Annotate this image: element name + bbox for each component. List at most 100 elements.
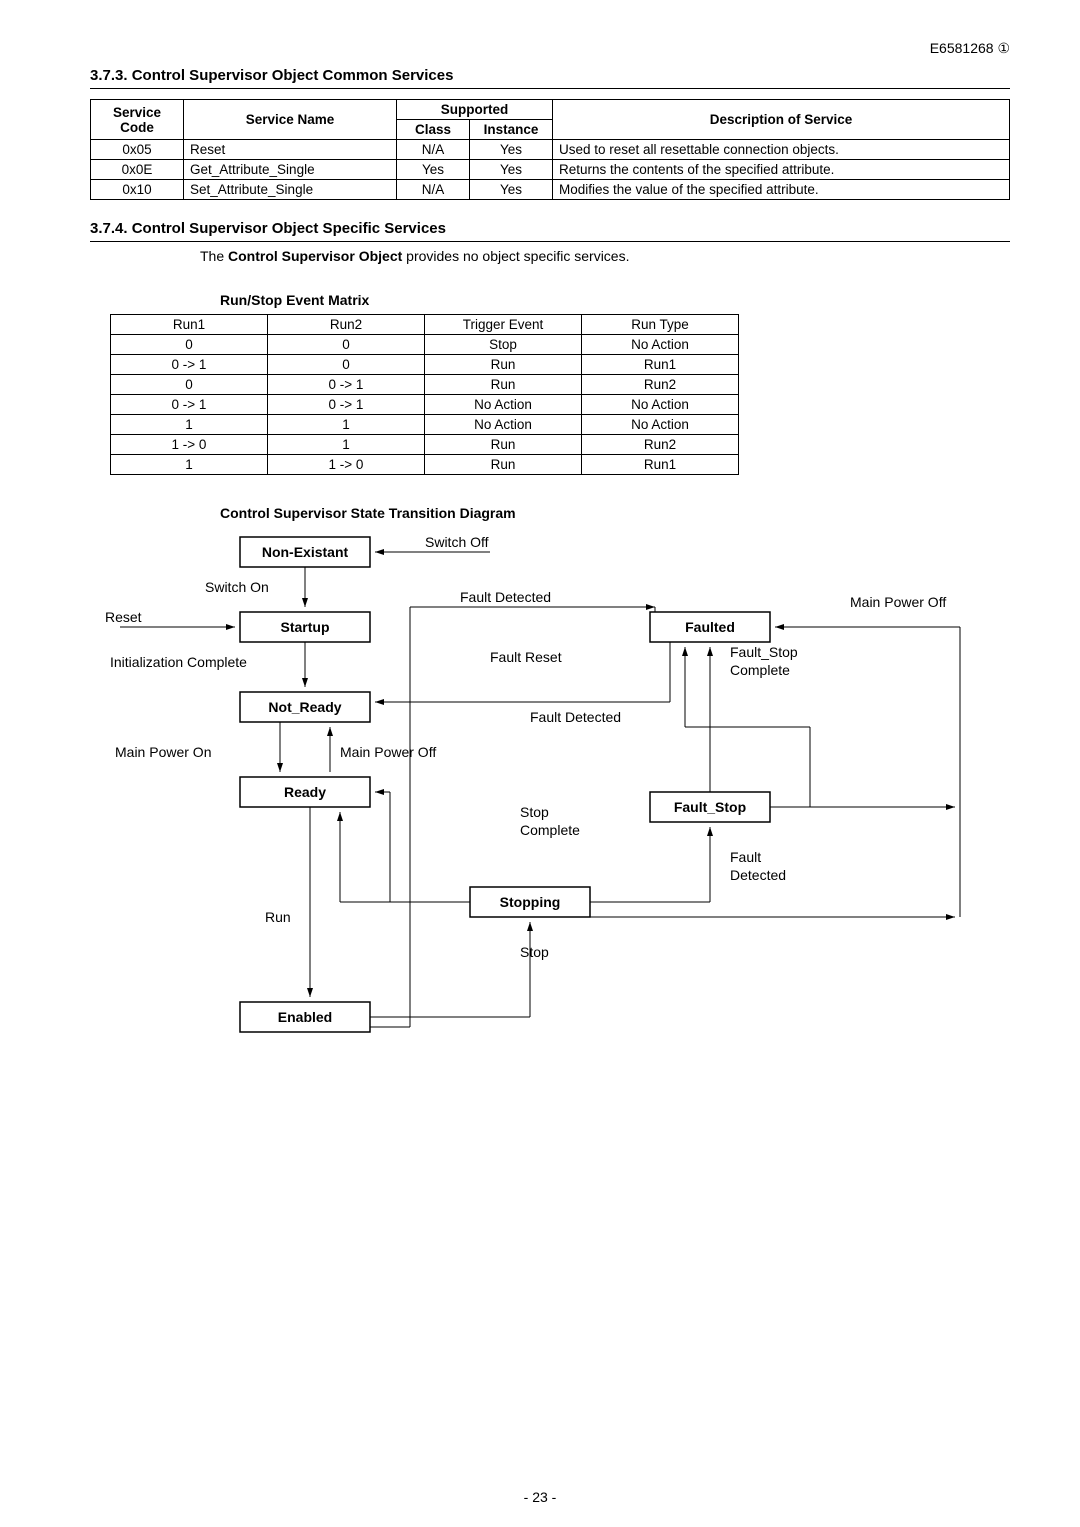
label-reset: Reset <box>105 609 142 625</box>
label-stop-complete-l2: Complete <box>520 822 580 838</box>
cell: Returns the contents of the specified at… <box>553 160 1010 180</box>
cell: No Action <box>425 395 582 415</box>
cell: N/A <box>397 180 470 200</box>
table-row: 0x0E Get_Attribute_Single Yes Yes Return… <box>91 160 1010 180</box>
cell: 0 -> 1 <box>268 395 425 415</box>
cell: 0 <box>111 375 268 395</box>
label-stop: Stop <box>520 944 549 960</box>
box-fault-stop: Fault_Stop <box>674 799 746 815</box>
cell: No Action <box>425 415 582 435</box>
cell: 0 -> 1 <box>268 375 425 395</box>
cell: 1 <box>268 435 425 455</box>
section-373-heading: 3.7.3. Control Supervisor Object Common … <box>90 67 1010 89</box>
cell: Run <box>425 355 582 375</box>
cell: Get_Attribute_Single <box>184 160 397 180</box>
table-row: 1 -> 01RunRun2 <box>111 435 739 455</box>
cell: Modifies the value of the specified attr… <box>553 180 1010 200</box>
label-main-power-on: Main Power On <box>115 744 211 760</box>
label-fault-stop-l1: Fault_Stop <box>730 644 798 660</box>
text-bold: Control Supervisor Object <box>228 248 402 264</box>
box-non-existant: Non-Existant <box>262 544 349 560</box>
cell: 0x0E <box>91 160 184 180</box>
th-name: Service Name <box>184 100 397 140</box>
label-switch-off: Switch Off <box>425 534 489 550</box>
diagram-heading: Control Supervisor State Transition Diag… <box>220 505 1010 521</box>
specific-services-body: The Control Supervisor Object provides n… <box>200 248 1010 264</box>
label-fault: Fault <box>730 849 761 865</box>
cell: 0x10 <box>91 180 184 200</box>
document-id: E6581268 ① <box>90 40 1010 57</box>
th-run1: Run1 <box>111 315 268 335</box>
cell: Yes <box>397 160 470 180</box>
state-diagram: Non-Existant Switch Off Switch On Startu… <box>90 527 1010 1070</box>
label-fault-detected-2: Fault Detected <box>530 709 621 725</box>
matrix-heading: Run/Stop Event Matrix <box>220 292 1010 308</box>
table-row: 11 -> 0RunRun1 <box>111 455 739 475</box>
label-detected: Detected <box>730 867 786 883</box>
cell: 1 -> 0 <box>111 435 268 455</box>
cell: Stop <box>425 335 582 355</box>
label-fault-detected-1: Fault Detected <box>460 589 551 605</box>
table-row: 0x10 Set_Attribute_Single N/A Yes Modifi… <box>91 180 1010 200</box>
box-startup: Startup <box>281 619 330 635</box>
cell: 0 -> 1 <box>111 355 268 375</box>
cell: 0 <box>268 355 425 375</box>
box-ready: Ready <box>284 784 326 800</box>
label-fault-stop-l2: Complete <box>730 662 790 678</box>
cell: 0 <box>111 335 268 355</box>
cell: Run1 <box>582 455 739 475</box>
cell: 1 <box>111 415 268 435</box>
th-run2: Run2 <box>268 315 425 335</box>
section-374-heading: 3.7.4. Control Supervisor Object Specifi… <box>90 220 1010 242</box>
cell: Yes <box>470 140 553 160</box>
box-faulted: Faulted <box>685 619 735 635</box>
label-stop-complete-l1: Stop <box>520 804 549 820</box>
text-suffix: provides no object specific services. <box>402 248 629 264</box>
cell: Run2 <box>582 375 739 395</box>
label-switch-on: Switch On <box>205 579 269 595</box>
cell: Set_Attribute_Single <box>184 180 397 200</box>
services-table: Service Code Service Name Supported Desc… <box>90 99 1010 200</box>
cell: 0 -> 1 <box>111 395 268 415</box>
diagram-svg: Non-Existant Switch Off Switch On Startu… <box>90 527 1010 1067</box>
cell: No Action <box>582 415 739 435</box>
box-enabled: Enabled <box>278 1009 332 1025</box>
text-prefix: The <box>200 248 228 264</box>
cell: No Action <box>582 335 739 355</box>
label-fault-reset: Fault Reset <box>490 649 562 665</box>
label-main-power-off-2: Main Power Off <box>340 744 436 760</box>
table-row: 0 -> 10RunRun1 <box>111 355 739 375</box>
cell: Reset <box>184 140 397 160</box>
cell: Yes <box>470 160 553 180</box>
table-row: 0x05 Reset N/A Yes Used to reset all res… <box>91 140 1010 160</box>
box-stopping: Stopping <box>500 894 561 910</box>
cell: Run2 <box>582 435 739 455</box>
table-row: 00 -> 1RunRun2 <box>111 375 739 395</box>
th-desc: Description of Service <box>553 100 1010 140</box>
th-class: Class <box>397 120 470 140</box>
table-row: 11No ActionNo Action <box>111 415 739 435</box>
cell: 1 <box>268 415 425 435</box>
th-type: Run Type <box>582 315 739 335</box>
label-main-power-off-1: Main Power Off <box>850 594 946 610</box>
th-code: Service Code <box>91 100 184 140</box>
label-run: Run <box>265 909 291 925</box>
label-init-complete: Initialization Complete <box>110 654 247 670</box>
box-not-ready: Not_Ready <box>268 699 341 715</box>
cell: 0 <box>268 335 425 355</box>
cell: 0x05 <box>91 140 184 160</box>
cell: Used to reset all resettable connection … <box>553 140 1010 160</box>
cell: Run <box>425 375 582 395</box>
th-instance: Instance <box>470 120 553 140</box>
cell: No Action <box>582 395 739 415</box>
matrix-table: Run1 Run2 Trigger Event Run Type 00StopN… <box>110 314 739 475</box>
th-supported: Supported <box>397 100 553 120</box>
table-row: 0 -> 10 -> 1No ActionNo Action <box>111 395 739 415</box>
cell: 1 <box>111 455 268 475</box>
cell: Run <box>425 455 582 475</box>
cell: Yes <box>470 180 553 200</box>
cell: 1 -> 0 <box>268 455 425 475</box>
cell: Run <box>425 435 582 455</box>
page-number: - 23 - <box>0 1489 1080 1505</box>
th-trigger: Trigger Event <box>425 315 582 335</box>
